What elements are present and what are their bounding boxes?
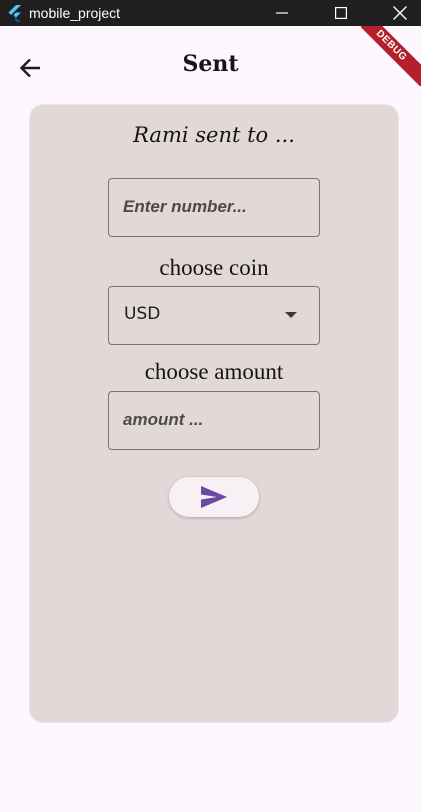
- maximize-button[interactable]: [318, 0, 364, 26]
- amount-field[interactable]: [108, 391, 320, 450]
- coin-label: choose coin: [159, 255, 269, 280]
- flutter-icon: [6, 4, 24, 22]
- window-titlebar: mobile_project: [0, 0, 421, 26]
- amount-input[interactable]: [123, 392, 303, 448]
- minimize-icon: [276, 12, 288, 14]
- number-field[interactable]: [108, 178, 320, 237]
- page-title: Sent: [182, 51, 239, 77]
- send-form-card: Rami sent to ... choose coin USD choose …: [29, 104, 399, 723]
- maximize-icon: [335, 7, 347, 19]
- debug-banner: DEBUG: [361, 26, 421, 86]
- number-input[interactable]: [123, 179, 303, 235]
- send-icon: [201, 486, 227, 508]
- coin-selected-value: USD: [124, 304, 161, 324]
- close-button[interactable]: [377, 0, 421, 26]
- form-heading: Rami sent to ...: [133, 123, 295, 147]
- dropdown-arrow-icon: [285, 312, 297, 318]
- app-bar: Sent: [0, 26, 421, 102]
- window-title: mobile_project: [29, 5, 121, 21]
- send-button[interactable]: [169, 477, 259, 517]
- minimize-button[interactable]: [259, 0, 305, 26]
- amount-label: choose amount: [144, 359, 284, 384]
- coin-dropdown[interactable]: USD: [108, 286, 320, 345]
- close-icon: [393, 6, 407, 20]
- debug-label: DEBUG: [361, 26, 421, 86]
